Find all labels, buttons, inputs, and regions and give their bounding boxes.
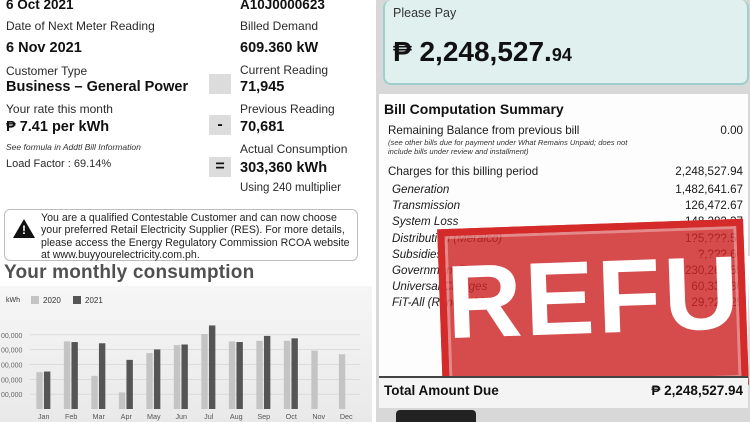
- warning-triangle-icon: !: [13, 219, 35, 238]
- charges-label: Charges for this billing period: [388, 165, 539, 178]
- bar-2021-jul: [208, 325, 216, 409]
- bar-2020-oct: [283, 340, 291, 409]
- bar-2020-sep: [256, 340, 263, 409]
- x-tick-label: Nov: [312, 412, 325, 421]
- actual-consumption-label: Actual Consumption: [240, 142, 348, 156]
- bar-2020-dec: [338, 354, 346, 409]
- bar-2021-aug: [236, 342, 243, 409]
- charge-item-label: System Loss: [392, 215, 459, 229]
- multiplier-text: Using 240 multiplier: [240, 182, 341, 194]
- please-pay-label: Please Pay: [393, 6, 457, 20]
- chart-title: Your monthly consumption: [4, 262, 255, 283]
- bar-2021-oct: [291, 338, 298, 409]
- remaining-balance-value: 0.00: [720, 124, 743, 137]
- bar-2021-apr: [126, 359, 133, 409]
- bar-2020-jul: [201, 334, 208, 409]
- bar-2021-mar: [98, 343, 106, 409]
- minus-sign: -: [209, 115, 231, 135]
- y-tick-label: 00,000: [1, 392, 23, 399]
- total-value: ₱ 2,248,527.94: [651, 383, 743, 398]
- rate-value: ₱ 7.41 per kWh: [6, 119, 110, 135]
- x-tick-label: Aug: [230, 412, 243, 421]
- bar-2020-aug: [228, 341, 236, 409]
- customer-type-label: Customer Type: [6, 64, 88, 78]
- remaining-balance-label: Remaining Balance from previous bill: [388, 124, 580, 137]
- x-tick-label: Dec: [340, 412, 353, 421]
- monthly-consumption-chart: kWh 2020 2021 00,000 00,000 00,000 00,000 00…: [1, 296, 360, 421]
- charge-item-label: Transmission: [392, 199, 461, 213]
- bar-2021-jan: [43, 371, 51, 409]
- x-tick-label: Sep: [257, 412, 270, 421]
- please-pay-box: Please Pay ₱ 2,248,527.94: [383, 0, 749, 85]
- billed-demand-label: Billed Demand: [240, 19, 319, 33]
- rate-label: Your rate this month: [6, 102, 113, 116]
- y-tick-label: 00,000: [1, 348, 23, 355]
- charge-item-label: Subsidies: [392, 247, 443, 261]
- dark-tab-bottom: [396, 410, 476, 422]
- legend-label-2020: 2020: [43, 296, 61, 305]
- billed-demand-value: 609.360 kW: [240, 40, 319, 56]
- amount-main: 2,248,527.: [419, 36, 552, 67]
- legend-swatch-2020: [31, 296, 39, 304]
- amount-due-large: ₱ 2,248,527.94: [393, 36, 572, 68]
- previous-reading-value: 70,681: [240, 119, 285, 135]
- rate-formula-note: See formula in Addtl Bill Information: [6, 142, 141, 152]
- bar-2020-feb: [63, 341, 71, 409]
- legend-label-2021: 2021: [85, 296, 103, 305]
- chart-unit-label: kWh: [6, 297, 20, 304]
- refund-stamp-text: REFUND: [444, 229, 750, 362]
- contestable-customer-notice: ! You are a qualified Contestable Custom…: [4, 209, 358, 261]
- bar-2021-may: [153, 349, 161, 409]
- x-tick-label: Mar: [93, 412, 106, 421]
- bar-2021-feb: [71, 342, 78, 409]
- load-factor: Load Factor : 69.14%: [6, 158, 112, 170]
- charge-item-value: 126,472.67: [684, 199, 743, 213]
- account-number: A10J0000623: [240, 0, 325, 12]
- meter-read-date: 6 Oct 2021: [6, 0, 74, 12]
- charge-item-value: 1,482,641.67: [675, 183, 743, 196]
- x-tick-label: May: [147, 412, 161, 421]
- bar-2021-jun: [181, 344, 188, 409]
- x-tick-label: Apr: [121, 412, 133, 421]
- notice-text: You are a qualified Contestable Customer…: [41, 212, 350, 261]
- peso-sign: ₱: [393, 36, 412, 67]
- x-tick-label: Jun: [175, 412, 187, 421]
- legend-swatch-2021: [73, 296, 81, 304]
- next-reading-date: 6 Nov 2021: [6, 40, 82, 56]
- y-tick-label: 00,000: [1, 377, 23, 384]
- bar-2020-may: [146, 353, 153, 409]
- customer-type-value: Business – General Power: [6, 79, 189, 95]
- charge-item-label: Generation: [392, 183, 450, 196]
- y-tick-label: 00,000: [1, 333, 23, 340]
- charges-value: 2,248,527.94: [675, 165, 743, 178]
- total-amount-row: Total Amount Due ₱ 2,248,527.94: [379, 376, 748, 408]
- remaining-balance-note: (see other bills due for payment under W…: [388, 138, 628, 156]
- equals-sign: =: [209, 157, 231, 177]
- x-tick-label: Oct: [286, 412, 297, 421]
- operator-blank: [209, 74, 231, 94]
- total-label: Total Amount Due: [384, 383, 499, 398]
- previous-reading-label: Previous Reading: [240, 102, 335, 116]
- y-tick-label: 00,000: [1, 363, 23, 370]
- actual-consumption-value: 303,360 kWh: [240, 160, 328, 176]
- x-tick-label: Jul: [204, 412, 214, 421]
- summary-title: Bill Computation Summary: [384, 101, 564, 117]
- refund-stamp: REFUND: [437, 218, 750, 396]
- x-tick-label: Jan: [38, 412, 50, 421]
- next-reading-label: Date of Next Meter Reading: [6, 19, 155, 33]
- bar-2020-jun: [173, 345, 181, 409]
- current-reading-value: 71,945: [240, 79, 285, 95]
- bar-2020-apr: [118, 392, 126, 409]
- current-reading-label: Current Reading: [240, 63, 329, 77]
- bar-2020-mar: [91, 375, 98, 409]
- bar-2020-jan: [36, 372, 43, 409]
- x-tick-label: Feb: [65, 412, 77, 421]
- bar-2021-sep: [263, 335, 271, 409]
- amount-cents: 94: [551, 45, 572, 65]
- bar-2020-nov: [311, 350, 318, 409]
